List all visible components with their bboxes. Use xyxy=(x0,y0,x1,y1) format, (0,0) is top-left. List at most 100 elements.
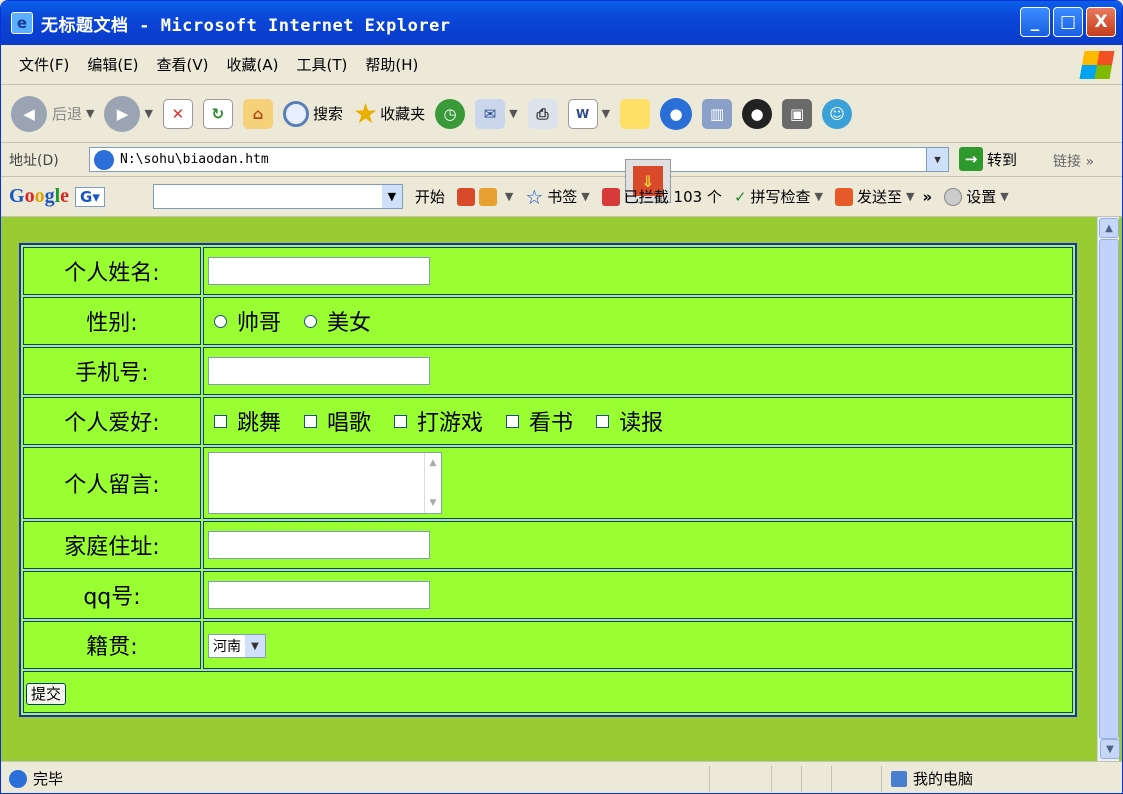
back-button[interactable]: ◀ 后退 ▼ xyxy=(11,95,95,132)
stop-icon: ✕ xyxy=(162,98,193,129)
home-address-input[interactable] xyxy=(208,531,430,559)
spellcheck-button[interactable]: ✓ 拼写检查 ▼ xyxy=(734,186,823,207)
message-label: 个人留言: xyxy=(23,447,201,519)
google-menu-icon[interactable]: G▾ xyxy=(75,186,105,207)
history-button[interactable]: ◷ xyxy=(435,98,466,129)
menu-help[interactable]: 帮助(H) xyxy=(365,54,418,75)
textarea-scrollbar[interactable]: ▲ ▼ xyxy=(424,453,441,513)
ie-icon: e xyxy=(11,12,33,34)
scroll-down-button[interactable]: ▼ xyxy=(1100,739,1120,759)
vertical-scrollbar[interactable]: ▲ ▼ xyxy=(1097,217,1120,761)
hobby-option-dance[interactable]: 跳舞 xyxy=(208,405,281,437)
home-button[interactable]: ⌂ xyxy=(242,98,273,129)
spellcheck-icon: ✓ xyxy=(733,187,747,206)
chevron-down-icon: ▼ xyxy=(906,190,915,203)
search-button[interactable]: 搜索 xyxy=(282,100,343,127)
more-chevron-icon[interactable]: » xyxy=(922,188,932,206)
links-button[interactable]: 链接 » xyxy=(1053,151,1094,171)
address-input[interactable]: N:\sohu\biaodan.htm ▼ xyxy=(89,147,949,172)
refresh-button[interactable]: ↻ xyxy=(202,98,233,129)
menu-bar: 文件(F) 编辑(E) 查看(V) 收藏(A) 工具(T) 帮助(H) xyxy=(1,45,1122,85)
menu-tools[interactable]: 工具(T) xyxy=(296,54,347,75)
hobby-option-sing[interactable]: 唱歌 xyxy=(298,405,371,437)
checkbox[interactable] xyxy=(304,414,318,428)
popup-blocker-button[interactable]: 已拦截 103 个 xyxy=(601,186,722,207)
address-dropdown-button[interactable]: ▼ xyxy=(926,148,948,171)
gender-option-handsome[interactable]: 帅哥 xyxy=(208,305,281,337)
windows-logo-icon xyxy=(1079,51,1115,79)
table-row: 家庭住址: xyxy=(23,521,1073,569)
gender-option-beauty[interactable]: 美女 xyxy=(298,305,371,337)
discuss-button[interactable] xyxy=(620,98,651,129)
checkbox[interactable] xyxy=(506,414,520,428)
menu-edit[interactable]: 编辑(E) xyxy=(87,54,138,75)
google-toolbar: Google G▾ ▼ 开始 ▼ ☆ 书签 ▼ 已拦截 103 个 ✓ 拼写检查… xyxy=(1,177,1122,217)
hobby-option-newspaper[interactable]: 读报 xyxy=(590,405,663,437)
tool-button[interactable]: ▣ xyxy=(782,98,813,129)
pagerank-button[interactable]: ▼ xyxy=(456,187,514,206)
contacts-button[interactable]: ☺ xyxy=(822,98,853,129)
menu-view[interactable]: 查看(V) xyxy=(157,54,209,75)
research-button[interactable]: ▥ xyxy=(702,98,733,129)
scroll-thumb[interactable] xyxy=(1099,239,1119,739)
back-arrow-icon: ◀ xyxy=(11,95,47,132)
qq-button[interactable]: ● xyxy=(742,98,773,129)
submit-button[interactable]: 提交 xyxy=(26,682,67,705)
table-row: 个人留言: ▲ ▼ xyxy=(23,447,1073,519)
chevron-down-icon: ▼ xyxy=(86,107,95,120)
scroll-up-button[interactable]: ▲ xyxy=(1099,218,1119,238)
name-input[interactable] xyxy=(208,257,430,285)
checkbox[interactable] xyxy=(394,414,408,428)
news-icon xyxy=(478,187,497,206)
sendto-button[interactable]: 发送至 ▼ xyxy=(835,186,914,207)
menu-favorites[interactable]: 收藏(A) xyxy=(227,54,279,75)
phone-input[interactable] xyxy=(208,357,430,385)
standard-toolbar: ◀ 后退 ▼ ▶ ▼ ✕ ↻ ⌂ 搜索 ★ 收藏夹 ◷ ✉ ▼ ⎙ W ▼ ● … xyxy=(1,85,1122,143)
message-textarea[interactable]: ▲ ▼ xyxy=(208,452,442,514)
forward-arrow-icon: ▶ xyxy=(104,95,141,132)
settings-button[interactable]: 设置 ▼ xyxy=(944,186,1009,207)
hobby-option-games[interactable]: 打游戏 xyxy=(388,405,483,437)
settings-icon xyxy=(944,187,963,206)
chevron-down-icon: ▼ xyxy=(504,190,514,203)
messenger-button[interactable]: ● xyxy=(660,97,693,130)
stop-button[interactable]: ✕ xyxy=(162,98,193,129)
radio-button[interactable] xyxy=(304,314,318,328)
close-button[interactable]: X xyxy=(1086,7,1116,37)
origin-select[interactable]: 河南 ▼ xyxy=(208,634,266,658)
checkbox[interactable] xyxy=(214,414,227,428)
page-icon xyxy=(94,149,114,170)
table-row: 提交 xyxy=(23,671,1073,713)
security-zone: 我的电脑 xyxy=(891,768,973,789)
menu-file[interactable]: 文件(F) xyxy=(19,54,69,75)
google-logo: Google xyxy=(9,185,70,207)
computer-icon xyxy=(891,770,907,787)
edit-button[interactable]: W ▼ xyxy=(567,98,610,129)
qq-input[interactable] xyxy=(208,581,430,609)
registration-form-table: 个人姓名: 性别: 帅哥 美女 手机号: 个人爱好: 跳舞 唱歌 打游戏 看书 … xyxy=(19,243,1077,717)
star-icon: ★ xyxy=(352,97,379,130)
google-search-input[interactable]: ▼ xyxy=(152,184,403,209)
word-icon: W xyxy=(567,98,598,129)
books-icon: ▥ xyxy=(702,98,733,129)
google-search-button[interactable]: 开始 xyxy=(415,186,445,207)
print-button[interactable]: ⎙ xyxy=(527,98,558,129)
bookmarks-button[interactable]: ☆ 书签 ▼ xyxy=(525,185,589,209)
mail-icon: ✉ xyxy=(475,98,506,129)
minimize-button[interactable]: _ xyxy=(1020,7,1050,37)
favorites-button[interactable]: ★ 收藏夹 xyxy=(353,97,425,130)
checkbox[interactable] xyxy=(596,414,610,428)
maximize-button[interactable]: □ xyxy=(1053,7,1083,37)
chevron-down-icon[interactable]: ▼ xyxy=(381,185,402,208)
phone-label: 手机号: xyxy=(23,347,201,395)
forward-button[interactable]: ▶ ▼ xyxy=(104,95,153,132)
go-button[interactable]: → 转到 xyxy=(959,147,1017,171)
toolbox-icon: ▣ xyxy=(782,98,813,129)
radio-button[interactable] xyxy=(214,314,227,328)
hobby-option-reading[interactable]: 看书 xyxy=(500,405,573,437)
browser-window: e 无标题文档 - Microsoft Internet Explorer _ … xyxy=(0,0,1123,794)
star-outline-icon: ☆ xyxy=(525,184,544,209)
messenger-icon: ● xyxy=(660,97,693,130)
mail-button[interactable]: ✉ ▼ xyxy=(475,98,518,129)
page-viewport: 个人姓名: 性别: 帅哥 美女 手机号: 个人爱好: 跳舞 唱歌 打游戏 看书 … xyxy=(1,217,1122,761)
